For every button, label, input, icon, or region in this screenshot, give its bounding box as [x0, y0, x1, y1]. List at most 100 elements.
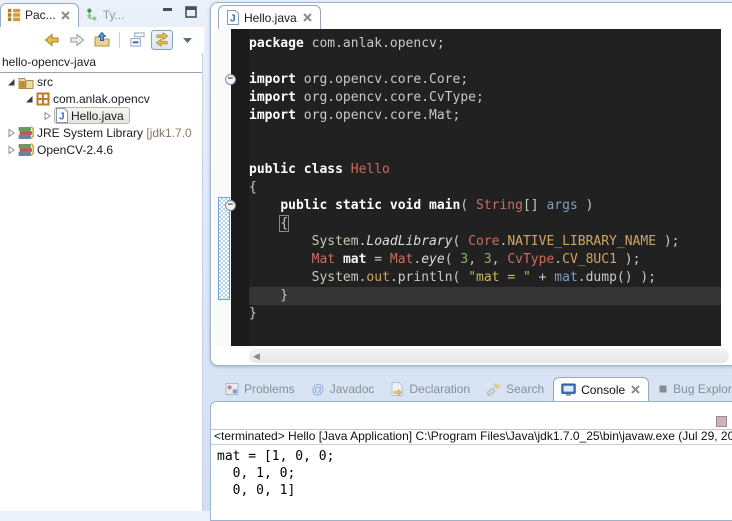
editor-tabbar: J Hello.java: [211, 3, 732, 29]
close-icon[interactable]: [630, 384, 641, 395]
svg-text:@: @: [311, 382, 324, 396]
tab-console[interactable]: Console: [553, 377, 649, 401]
code-line-10: public static void main( String[] args ): [249, 197, 721, 215]
editor-viewport[interactable]: package com.anlak.opencv; import org.open…: [213, 29, 721, 346]
tab-label: Javadoc: [330, 382, 375, 396]
tree-item-com-anlak-opencv[interactable]: com.anlak.opencv: [0, 90, 202, 107]
link-with-editor-button[interactable]: [151, 30, 173, 50]
eclipse-workbench: { "left_panel": { "tabs": [ { "label": "…: [0, 0, 732, 511]
tree-item-suffix: [jdk1.7.0: [143, 126, 192, 140]
editor-tab-label: Hello.java: [244, 11, 297, 25]
declaration-icon: [390, 382, 404, 396]
tree-collapsed-icon[interactable]: [40, 109, 54, 123]
collapse-all-button[interactable]: [126, 30, 148, 50]
library-icon: [18, 142, 34, 157]
console-process-title: <terminated> Hello [Java Application] C:…: [211, 429, 732, 445]
code-line-13: Mat mat = Mat.eye( 3, 3, CvType.CV_8UC1 …: [249, 251, 721, 269]
tab-label: Problems: [244, 382, 295, 396]
tree-collapsed-icon[interactable]: [4, 143, 18, 157]
horizontal-scrollbar[interactable]: ◀: [249, 349, 729, 363]
code-line-12: System.LoadLibrary( Core.NATIVE_LIBRARY_…: [249, 233, 721, 251]
tree-item-opencv-2-4-6[interactable]: OpenCV-2.4.6: [0, 141, 202, 158]
console-tabbar: Problems @ Javadoc Declaration Search Console…: [210, 374, 732, 401]
tree-item-src[interactable]: src: [0, 73, 202, 90]
code-text[interactable]: package com.anlak.opencv; import org.open…: [249, 29, 721, 346]
tree-item-label: com.anlak.opencv: [50, 92, 153, 106]
search-icon: [486, 382, 501, 396]
forward-arrow-icon: [69, 33, 85, 47]
java-file-icon: J: [226, 10, 239, 25]
tab-bug-explorer[interactable]: Bug Explorer: [651, 377, 732, 401]
tree-item-label: OpenCV-2.4.6: [34, 143, 116, 157]
view-tab-label: Pac...: [25, 8, 56, 22]
tab-label: Declaration: [409, 382, 470, 396]
scroll-left-arrow-icon[interactable]: ◀: [253, 351, 260, 362]
maximize-icon[interactable]: [184, 5, 198, 19]
tree-item-label: Hello.java: [68, 109, 127, 123]
up-button[interactable]: [91, 30, 113, 50]
src-folder-icon: [18, 75, 34, 89]
tree-expanded-icon[interactable]: [4, 75, 18, 89]
tree-item-label: JRE System Library [jdk1.7.0: [34, 126, 195, 140]
package-explorer-icon: [7, 8, 21, 22]
minimize-icon[interactable]: [161, 5, 175, 19]
tree-collapsed-icon[interactable]: [4, 126, 18, 140]
up-folder-icon: [94, 32, 110, 47]
package-explorer-panel: Pac... Ty... hello-opencv-java src com.anl…: [0, 0, 204, 511]
console-icon: [561, 383, 576, 397]
console-output[interactable]: mat = [1, 0, 0; 0, 1, 0; 0, 0, 1]: [211, 445, 732, 499]
package-explorer-toolbar: [0, 27, 204, 53]
code-line-2: [249, 53, 721, 71]
library-icon: [18, 125, 34, 140]
java-file-icon: J: [55, 108, 68, 123]
tree-item-hello-java[interactable]: JHello.java: [0, 107, 202, 124]
tab-hello-java[interactable]: J Hello.java: [218, 5, 321, 29]
tree-expanded-icon[interactable]: [22, 92, 36, 106]
console-output-line: mat = [1, 0, 0;: [217, 448, 732, 465]
close-icon[interactable]: [60, 10, 71, 21]
view-tab-ty[interactable]: Ty...: [79, 3, 132, 27]
tab-label: Bug Explorer: [673, 382, 732, 396]
console-toolbar-button[interactable]: [716, 416, 727, 427]
project-name[interactable]: hello-opencv-java: [0, 53, 202, 73]
code-line-9: {: [249, 179, 721, 197]
forward-button[interactable]: [66, 30, 88, 50]
code-line-1: package com.anlak.opencv;: [249, 35, 721, 53]
code-line-15: }: [249, 287, 721, 305]
tree-item-label: src: [34, 75, 56, 89]
link-editor-icon: [154, 32, 170, 47]
console-output-line: 0, 0, 1]: [217, 482, 732, 499]
type-hierarchy-icon: [85, 8, 99, 22]
console-view: <terminated> Hello [Java Application] C:…: [210, 401, 732, 521]
tree-item-jre-system-library[interactable]: JRE System Library [jdk1.7.0: [0, 124, 202, 141]
fold-collapse-icon[interactable]: −: [225, 200, 236, 211]
square-icon: [658, 384, 668, 394]
console-output-line: 0, 1, 0;: [217, 465, 732, 482]
fold-collapse-icon[interactable]: −: [225, 74, 236, 85]
collapse-all-icon: [130, 32, 145, 47]
svg-text:J: J: [59, 112, 65, 123]
left-panel-tabbar: Pac... Ty...: [0, 0, 204, 27]
tab-search[interactable]: Search: [479, 377, 551, 401]
svg-text:J: J: [230, 14, 236, 25]
code-line-8: public class Hello: [249, 161, 721, 179]
code-line-6: [249, 125, 721, 143]
tab-problems[interactable]: Problems: [218, 377, 302, 401]
console-toolbar: [211, 402, 732, 429]
code-line-11: {: [249, 215, 721, 233]
tab-label: Search: [506, 382, 544, 396]
back-button[interactable]: [41, 30, 63, 50]
javadoc-icon: @: [311, 382, 325, 396]
back-arrow-icon: [44, 33, 60, 47]
tab-javadoc[interactable]: @ Javadoc: [304, 377, 382, 401]
toolbar-separator: [119, 32, 120, 48]
close-icon[interactable]: [302, 12, 313, 23]
code-line-3: import org.opencv.core.Core;: [249, 71, 721, 89]
tab-declaration[interactable]: Declaration: [383, 377, 477, 401]
method-range-indicator: [218, 197, 230, 300]
problems-icon: [225, 382, 239, 396]
view-tab-pac[interactable]: Pac...: [0, 3, 79, 27]
chevron-down-icon: [182, 36, 193, 44]
view-menu-button[interactable]: [176, 30, 198, 50]
code-line-16: }: [249, 305, 721, 323]
